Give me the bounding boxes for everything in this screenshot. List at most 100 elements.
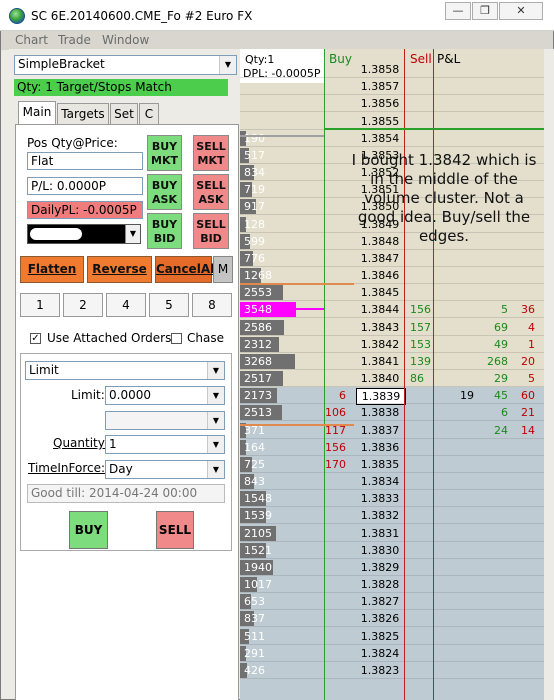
ladder-row[interactable]: 2105 1.3831 [240,525,544,542]
price-cell[interactable]: 1.3823 [356,663,404,678]
restore-button[interactable]: ❐ [472,2,498,20]
price-cell[interactable]: 1.3842 [356,337,404,352]
price-cell[interactable]: 1.3858 [356,62,404,77]
reverse-button[interactable]: Reverse [87,256,152,283]
menu-trade[interactable]: Trade [58,33,91,47]
buy-size[interactable]: 157 [410,321,440,334]
chase-checkbox[interactable] [171,333,182,344]
price-cell[interactable]: 1.3843 [356,320,404,335]
ladder-row[interactable]: 1.3855 [240,113,544,130]
price-cell[interactable]: 1.3847 [356,251,404,266]
price-cell[interactable]: 1.3845 [356,285,404,300]
price-cell[interactable]: 1.3825 [356,629,404,644]
quantity-select[interactable]: 1 ▼ [105,435,225,454]
buy-size[interactable]: 139 [410,355,440,368]
ladder-row[interactable]: 3548 1.3844 156 5 36 [240,301,544,319]
m-button[interactable]: M [213,256,233,283]
order-type-select[interactable]: Limit ▼ [25,361,225,380]
qty-button-1[interactable]: 1 [20,293,60,317]
ladder-row[interactable]: 190 1.3854 [240,130,544,147]
ladder-row[interactable]: 1539 1.3832 [240,507,544,525]
buy-mkt-button[interactable]: BUY MKT [147,135,182,171]
tab-c[interactable]: C [139,103,159,124]
price-cell[interactable]: 1.3835 [356,457,404,472]
good-till-field[interactable]: Good till: 2014-04-24 00:00 [27,484,225,503]
ladder-row[interactable]: 2312 1.3842 153 49 1 [240,336,544,353]
ladder-row[interactable]: 3268 1.3841 139 268 20 [240,353,544,370]
ladder-row[interactable]: 725 1.3835 170 [240,456,544,473]
account-select[interactable]: ▼ [27,224,141,244]
qty-button-4[interactable]: 4 [106,293,146,317]
cancel-all-button[interactable]: CancelAll [155,256,218,283]
tif-select[interactable]: Day ▼ [105,460,225,479]
ladder-row[interactable]: 511 1.3825 [240,628,544,645]
price-cell[interactable]: 1.3840 [356,371,404,386]
price-cell[interactable]: 1.3838 [356,405,404,420]
price-cell[interactable]: 1.3828 [356,577,404,592]
ladder-row[interactable]: 776 1.3847 [240,250,544,267]
ladder-row[interactable]: 1.3858 [240,61,544,78]
sell-bid-button[interactable]: SELL BID [193,213,229,249]
close-button[interactable]: ✕ [499,2,543,20]
ladder-row[interactable]: 1268 1.3846 [240,267,544,285]
ladder-row[interactable]: 1017 1.3828 [240,576,544,594]
price-cell[interactable]: 1.3824 [356,646,404,661]
menu-chart[interactable]: Chart [15,33,48,47]
price-cell[interactable]: 1.3834 [356,474,404,489]
price-cell[interactable]: 1.3844 [356,302,404,317]
price-cell[interactable]: 1.3832 [356,508,404,523]
minimize-button[interactable]: — [445,2,471,20]
sell-button[interactable]: SELL [156,511,194,549]
buy-bid-button[interactable]: BUY BID [147,213,182,249]
menu-window[interactable]: Window [102,33,149,47]
price-cell[interactable]: 1.3830 [356,543,404,558]
ladder-row[interactable]: 837 1.3826 [240,610,544,628]
ladder-row[interactable]: 1.3857 [240,78,544,96]
buy-size[interactable]: 86 [410,372,440,385]
price-cell[interactable]: 1.3833 [356,491,404,506]
price-cell[interactable]: 1.3846 [356,268,404,283]
flatten-button[interactable]: Flatten [20,256,84,283]
ladder-row[interactable]: 1521 1.3830 [240,542,544,559]
price-cell[interactable]: 1.3836 [356,440,404,455]
ladder-row[interactable]: 164 1.3836 156 [240,439,544,456]
use-attached-checkbox[interactable]: ✓ [30,333,41,344]
secondary-select[interactable]: ▼ [105,411,225,430]
qty-button-5[interactable]: 5 [149,293,189,317]
tab-main[interactable]: Main [18,101,56,125]
tab-targets[interactable]: Targets [57,103,109,124]
ladder-row[interactable]: 291 1.3824 [240,645,544,662]
price-cell[interactable]: 1.3826 [356,611,404,626]
ladder-row[interactable]: 2173 1.3839 6 45 60 19 [240,387,544,406]
price-cell[interactable]: 1.3855 [356,114,404,129]
ladder-row[interactable]: 2586 1.3843 157 69 4 [240,319,544,336]
price-cell[interactable]: 1.3857 [356,79,404,94]
price-cell[interactable]: 1.3827 [356,594,404,609]
buy-ask-button[interactable]: BUY ASK [147,174,182,210]
sell-mkt-button[interactable]: SELL MKT [193,135,229,171]
ladder-row[interactable]: 843 1.3834 [240,473,544,491]
ladder-scrollbar[interactable] [544,49,554,700]
price-cell[interactable]: 1.3837 [356,423,404,438]
price-cell[interactable]: 1.3854 [356,131,404,146]
price-cell[interactable]: 1.3829 [356,560,404,575]
buy-size[interactable]: 156 [410,303,440,316]
ladder-row[interactable]: 653 1.3827 [240,593,544,611]
price-cell[interactable]: 1.3841 [356,354,404,369]
buy-button[interactable]: BUY [69,511,108,549]
strategy-select[interactable]: SimpleBracket ▼ [14,55,237,75]
price-cell[interactable]: 1.3831 [356,526,404,541]
ladder-row[interactable]: 2553 1.3845 [240,284,544,302]
ladder-row[interactable]: 1548 1.3833 [240,490,544,508]
tab-set[interactable]: Set [110,103,138,124]
limit-input[interactable]: 0.0000 ▼ [105,386,225,405]
sell-ask-button[interactable]: SELL ASK [193,174,229,210]
ladder-row[interactable]: 426 1.3823 [240,662,544,679]
ladder-row[interactable]: 1940 1.3829 [240,559,544,576]
buy-size[interactable]: 153 [410,338,440,351]
qty-button-8[interactable]: 8 [192,293,232,317]
qty-button-2[interactable]: 2 [63,293,103,317]
ladder-row[interactable]: 1.3856 [240,95,544,113]
ladder-row[interactable]: 2517 1.3840 86 29 5 [240,370,544,388]
ladder-row[interactable]: 2513 1.3838 106 6 21 [240,404,544,422]
